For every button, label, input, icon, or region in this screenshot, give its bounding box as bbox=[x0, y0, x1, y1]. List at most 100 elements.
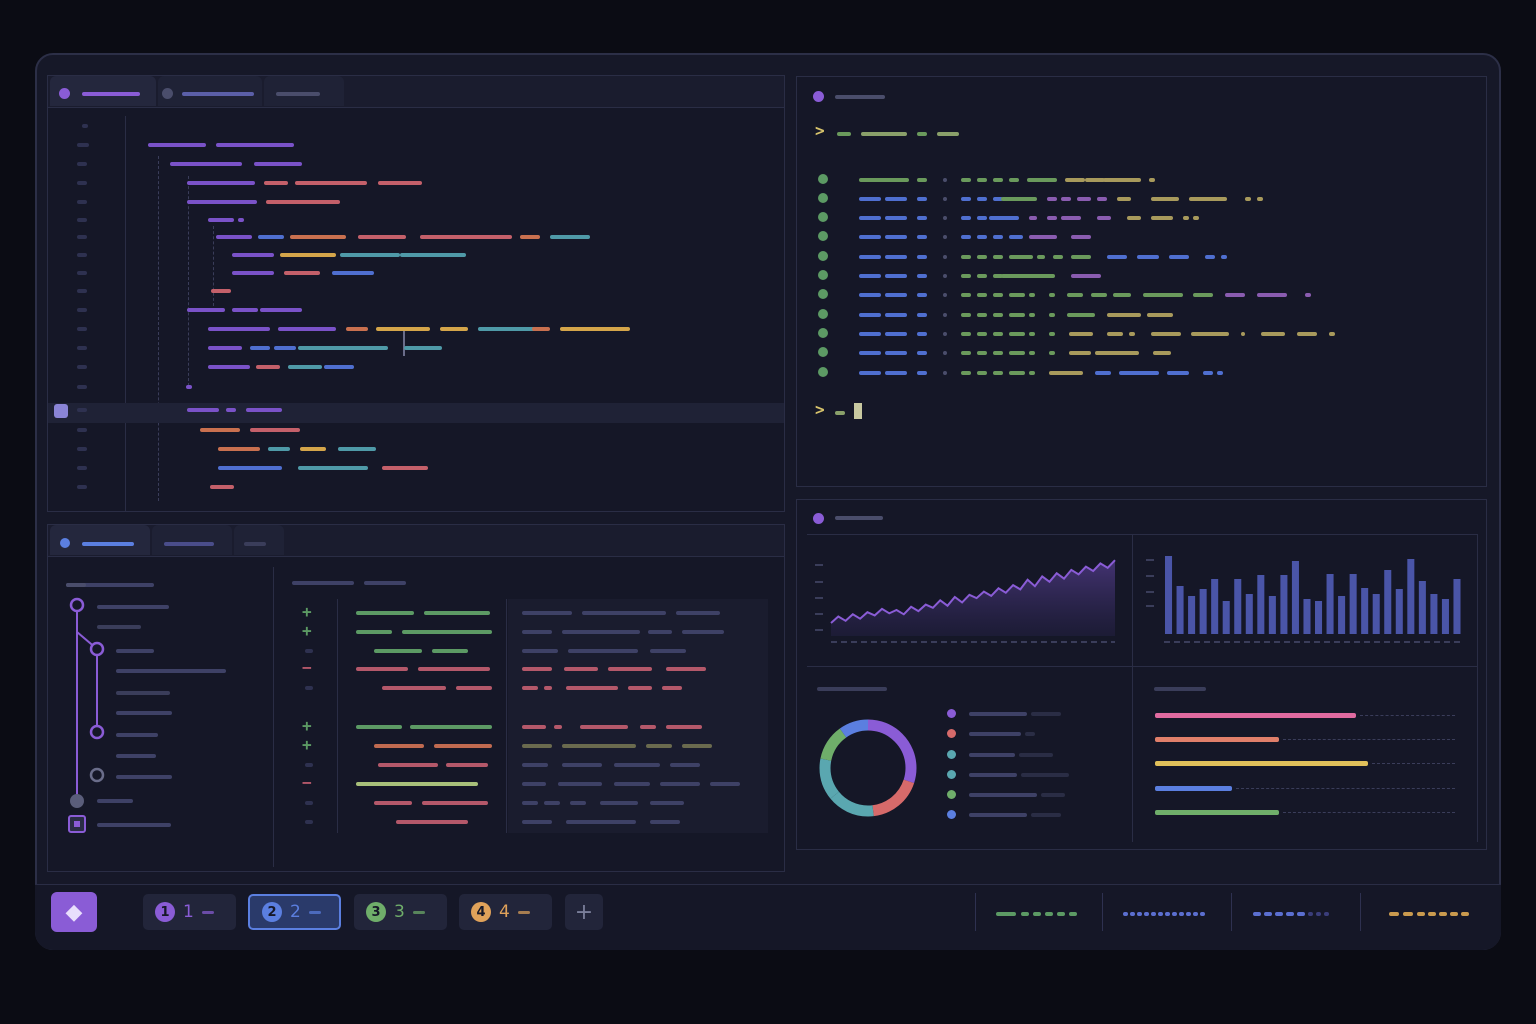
terminal-text bbox=[859, 255, 881, 259]
terminal-cursor[interactable] bbox=[854, 403, 862, 419]
diff-line-left bbox=[374, 801, 412, 805]
tray-indicator bbox=[1193, 912, 1198, 916]
terminal-text bbox=[1127, 216, 1141, 220]
terminal-text bbox=[1053, 255, 1063, 259]
terminal-text bbox=[943, 313, 947, 317]
workspace-button-2[interactable]: 22 bbox=[248, 894, 341, 930]
file-tree-item bbox=[116, 733, 158, 737]
legend-swatch bbox=[947, 810, 956, 819]
diff-line-right bbox=[600, 801, 638, 805]
tab-scm-1[interactable] bbox=[50, 525, 150, 555]
terminal-text bbox=[1151, 197, 1179, 201]
bar-chart-bar bbox=[1222, 601, 1230, 634]
code-token bbox=[378, 181, 422, 185]
bar-chart-bar bbox=[1395, 589, 1403, 634]
terminal-text bbox=[943, 293, 947, 297]
tab-editor-3[interactable] bbox=[264, 76, 344, 106]
terminal-text bbox=[1049, 351, 1055, 355]
progress-bar-fill bbox=[1155, 713, 1357, 718]
terminal-text bbox=[993, 255, 1003, 259]
progress-card-title bbox=[1154, 687, 1206, 691]
add-workspace-button[interactable]: + bbox=[565, 894, 603, 930]
terminal-text bbox=[1029, 313, 1035, 317]
diff-line-right bbox=[522, 744, 552, 748]
terminal-text bbox=[977, 274, 987, 278]
workspace-button-4[interactable]: 44 bbox=[459, 894, 552, 930]
bar-chart-bar bbox=[1199, 589, 1207, 634]
diff-line-right bbox=[522, 782, 546, 786]
terminal-text bbox=[943, 371, 947, 375]
diff-line-right bbox=[558, 782, 602, 786]
diff-line-right bbox=[522, 763, 548, 767]
terminal-text bbox=[837, 132, 851, 136]
tab-editor-1[interactable] bbox=[50, 76, 156, 106]
bar-chart-bar bbox=[1165, 556, 1173, 634]
diff-line-left bbox=[356, 782, 478, 786]
diff-line-right bbox=[660, 782, 700, 786]
tray-indicator bbox=[1324, 912, 1329, 916]
code-token bbox=[254, 162, 302, 166]
code-token bbox=[288, 365, 322, 369]
line-number bbox=[77, 308, 87, 312]
terminal-text bbox=[917, 235, 927, 239]
diff-line-right bbox=[570, 801, 586, 805]
file-dot-icon bbox=[162, 88, 173, 99]
diff-line-right bbox=[650, 820, 680, 824]
diff-line-right bbox=[554, 725, 562, 729]
tab-scm-3[interactable] bbox=[234, 525, 284, 555]
line-number bbox=[77, 408, 87, 412]
status-ok-icon bbox=[818, 212, 828, 222]
donut-card-title bbox=[817, 687, 887, 691]
code-token bbox=[264, 181, 288, 185]
diff-header bbox=[364, 581, 406, 585]
code-token bbox=[258, 235, 284, 239]
terminal-text bbox=[1167, 371, 1189, 375]
terminal-text bbox=[993, 332, 1003, 336]
tray-indicator bbox=[1428, 912, 1436, 916]
line-number bbox=[83, 143, 89, 147]
progress-bar-track bbox=[1283, 739, 1455, 740]
code-token bbox=[376, 327, 430, 331]
legend-label bbox=[969, 753, 1015, 757]
terminal-text bbox=[961, 313, 971, 317]
terminal-text bbox=[1071, 255, 1091, 259]
terminal-text bbox=[1245, 197, 1251, 201]
breakpoint-marker[interactable] bbox=[54, 404, 68, 418]
code-editor-pane bbox=[47, 75, 785, 512]
workspace-button-3[interactable]: 33 bbox=[354, 894, 447, 930]
terminal-text bbox=[1297, 332, 1317, 336]
diff-line-left bbox=[424, 611, 490, 615]
diff-line-right bbox=[614, 763, 660, 767]
line-number bbox=[77, 253, 87, 257]
tab-label bbox=[182, 92, 254, 96]
diff-line-left bbox=[446, 763, 488, 767]
code-token bbox=[404, 346, 442, 350]
file-tree-item bbox=[116, 711, 172, 715]
code-token bbox=[187, 200, 257, 204]
line-number bbox=[77, 385, 87, 389]
diff-added-marker: + bbox=[302, 621, 312, 640]
bar-chart-bar bbox=[1234, 579, 1242, 634]
code-token bbox=[290, 235, 346, 239]
workspace-button-1[interactable]: 11 bbox=[143, 894, 236, 930]
terminal-text bbox=[917, 255, 927, 259]
status-ok-icon bbox=[818, 309, 828, 319]
terminal-text bbox=[1183, 216, 1189, 220]
tab-editor-2[interactable] bbox=[158, 76, 262, 106]
terminal-text bbox=[917, 132, 927, 136]
terminal-text bbox=[961, 197, 971, 201]
bar-chart-bar bbox=[1257, 575, 1265, 634]
bar-chart-bar bbox=[1441, 599, 1449, 634]
tray-indicator bbox=[1144, 912, 1149, 916]
diff-removed-marker: − bbox=[302, 773, 312, 792]
tab-scm-2[interactable] bbox=[152, 525, 232, 555]
prompt-symbol: > bbox=[815, 121, 825, 140]
code-token bbox=[170, 162, 242, 166]
line-number bbox=[77, 271, 87, 275]
legend-swatch bbox=[947, 750, 956, 759]
app-launcher-button[interactable]: ◆ bbox=[51, 892, 97, 932]
code-token bbox=[268, 447, 290, 451]
terminal-text bbox=[1077, 197, 1091, 201]
terminal-text bbox=[917, 313, 927, 317]
terminal-text bbox=[1067, 293, 1083, 297]
